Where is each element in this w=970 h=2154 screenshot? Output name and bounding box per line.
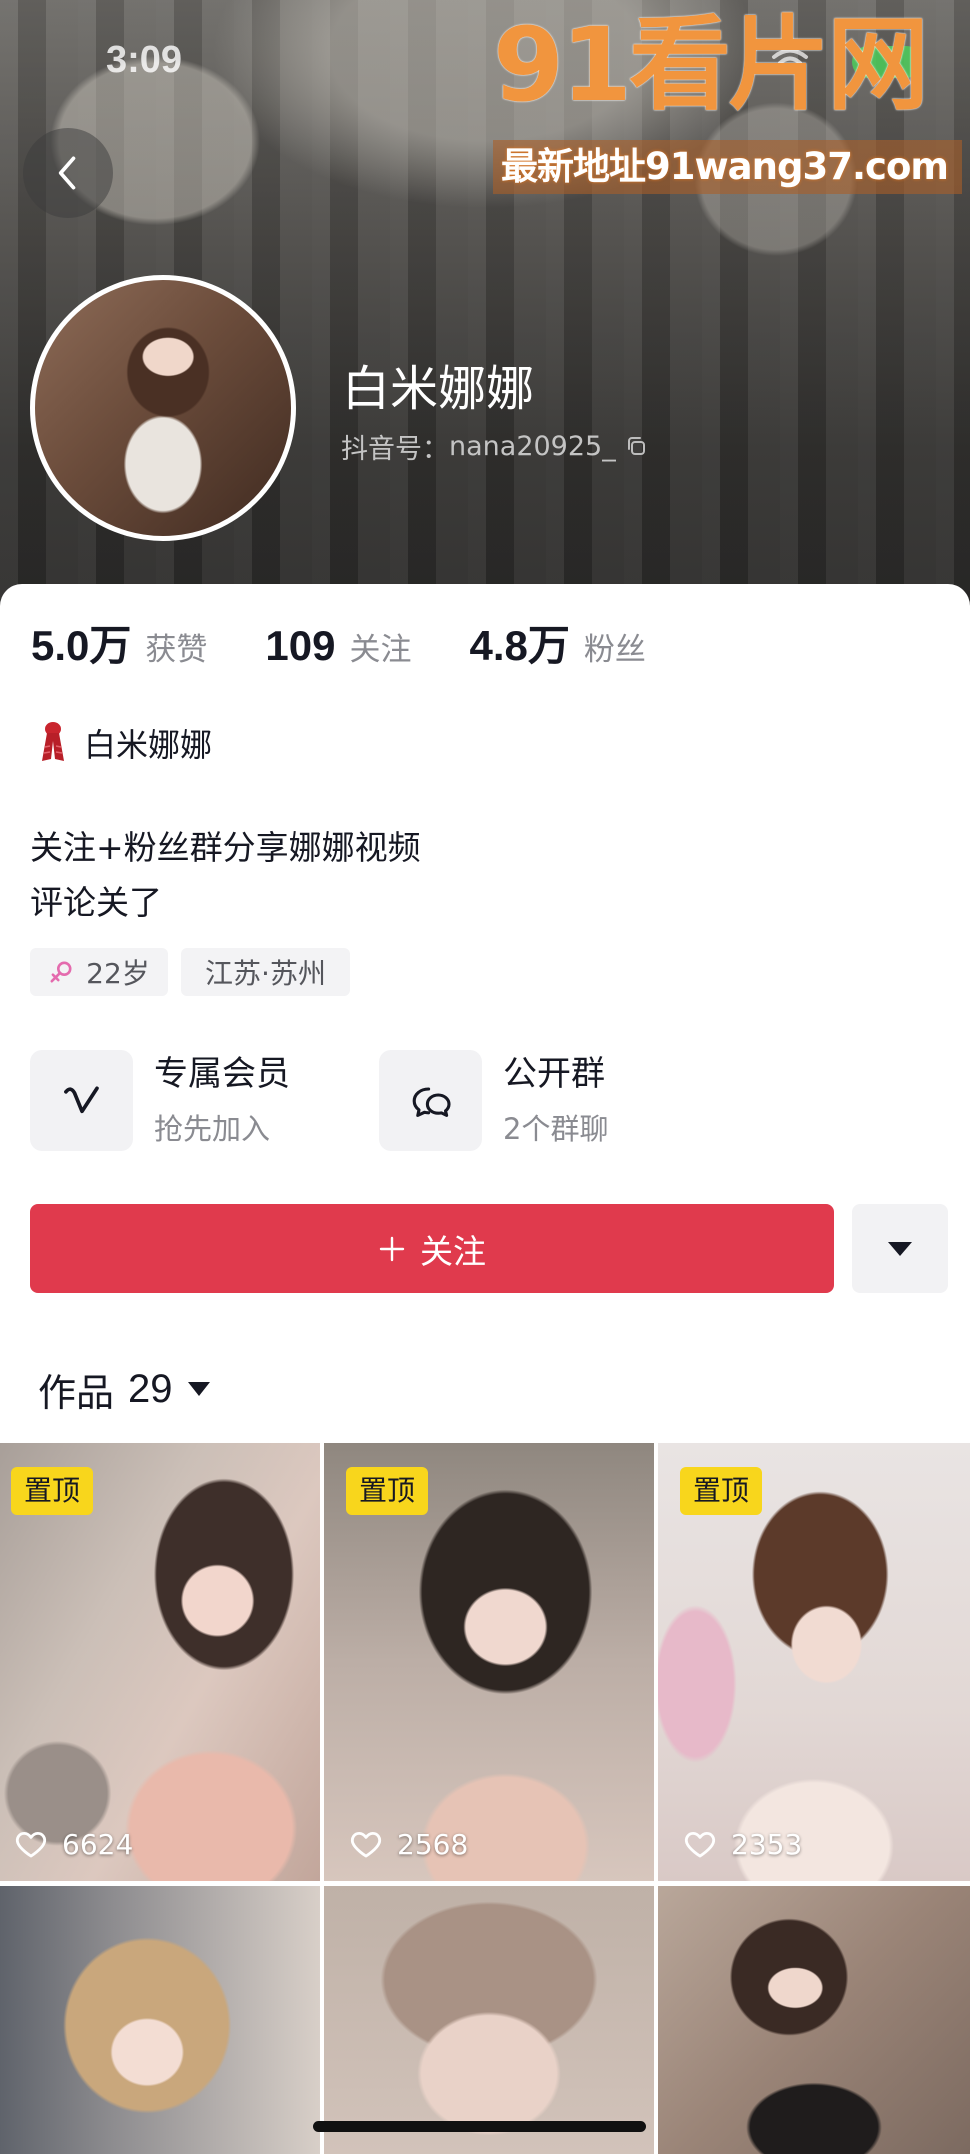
chevron-left-icon <box>58 156 76 190</box>
member-v-icon <box>63 1086 99 1113</box>
video-tile[interactable] <box>324 1886 654 2154</box>
profile-name: 白米娜娜 <box>342 361 535 417</box>
watermark-logo: 91看片网 <box>493 6 929 125</box>
age-text: 22岁 <box>86 957 150 990</box>
video-tile[interactable] <box>0 1886 320 2154</box>
stat-value: 4.8万 <box>469 622 570 669</box>
like-count: 2353 <box>683 1826 802 1862</box>
profile-tag: 白米娜娜 <box>38 720 212 766</box>
avatar[interactable] <box>30 275 296 541</box>
pinned-badge: 置顶 <box>11 1467 93 1515</box>
heart-icon <box>350 1831 382 1858</box>
plus-icon <box>379 1236 405 1261</box>
member-title[interactable]: 专属会员 <box>154 1053 290 1095</box>
bio: 关注+粉丝群分享娜娜视频 评论关了 <box>30 820 421 930</box>
douyin-id-value: nana20925_ <box>449 430 616 462</box>
bio-line: 关注+粉丝群分享娜娜视频 <box>30 828 421 867</box>
age-chip: 22岁 <box>30 948 168 996</box>
female-icon <box>50 961 72 983</box>
member-button[interactable] <box>30 1050 133 1151</box>
douyin-id-label: 抖音号： <box>341 433 449 465</box>
watermark-address: 最新地址91wang37.com <box>493 140 962 194</box>
stat-following[interactable]: 109 关注 <box>265 622 411 674</box>
status-time: 3:09 <box>106 39 183 81</box>
copy-icon[interactable] <box>624 434 648 458</box>
video-tile[interactable]: 置顶 6624 <box>0 1443 320 1881</box>
stat-likes[interactable]: 5.0万 获赞 <box>31 622 207 674</box>
scarf-icon <box>42 722 64 761</box>
like-count-text: 2353 <box>731 1827 803 1861</box>
heart-icon <box>684 1831 716 1858</box>
bio-line: 评论关了 <box>30 883 162 922</box>
group-chat-button[interactable] <box>379 1050 482 1151</box>
stats-row: 5.0万 获赞 109 关注 4.8万 粉丝 <box>31 622 704 674</box>
like-count-text: 6624 <box>62 1827 134 1861</box>
stat-label: 粉丝 <box>583 632 646 668</box>
video-tile[interactable] <box>658 1886 970 2154</box>
follow-label: 关注 <box>420 1231 486 1271</box>
video-tile[interactable]: 置顶 2568 <box>324 1443 654 1881</box>
stat-value: 109 <box>265 622 336 669</box>
works-count: 29 <box>128 1366 173 1411</box>
like-count: 2568 <box>349 1826 468 1862</box>
stat-label: 获赞 <box>145 632 208 668</box>
works-label: 作品 <box>38 1370 115 1415</box>
location-chip: 江苏·苏州 <box>181 948 350 996</box>
stat-value: 5.0万 <box>31 622 132 669</box>
pinned-badge: 置顶 <box>680 1467 762 1515</box>
profile-tag-text: 白米娜娜 <box>84 726 213 764</box>
back-button[interactable] <box>23 128 113 218</box>
heart-icon <box>15 1831 47 1858</box>
stat-followers[interactable]: 4.8万 粉丝 <box>469 622 645 674</box>
group-chat-title[interactable]: 公开群 <box>503 1053 605 1095</box>
group-chat-subtitle: 2个群聊 <box>503 1112 609 1146</box>
triangle-down-icon[interactable] <box>187 1382 210 1396</box>
home-indicator[interactable] <box>313 2121 646 2132</box>
stat-label: 关注 <box>349 632 412 668</box>
works-tab[interactable]: 作品 29 <box>38 1364 210 1415</box>
pinned-badge: 置顶 <box>346 1467 428 1515</box>
member-subtitle: 抢先加入 <box>154 1112 271 1146</box>
like-count: 6624 <box>14 1826 133 1862</box>
video-tile[interactable]: 置顶 2353 <box>658 1443 970 1881</box>
douyin-id-row[interactable]: 抖音号： nana20925_ <box>341 428 648 465</box>
follow-button[interactable]: 关注 <box>30 1204 834 1293</box>
recommend-dropdown-button[interactable] <box>852 1204 948 1293</box>
triangle-down-icon <box>888 1241 912 1256</box>
location-text: 江苏·苏州 <box>205 957 326 990</box>
group-chat-icon <box>412 1086 451 1117</box>
like-count-text: 2568 <box>397 1827 469 1861</box>
